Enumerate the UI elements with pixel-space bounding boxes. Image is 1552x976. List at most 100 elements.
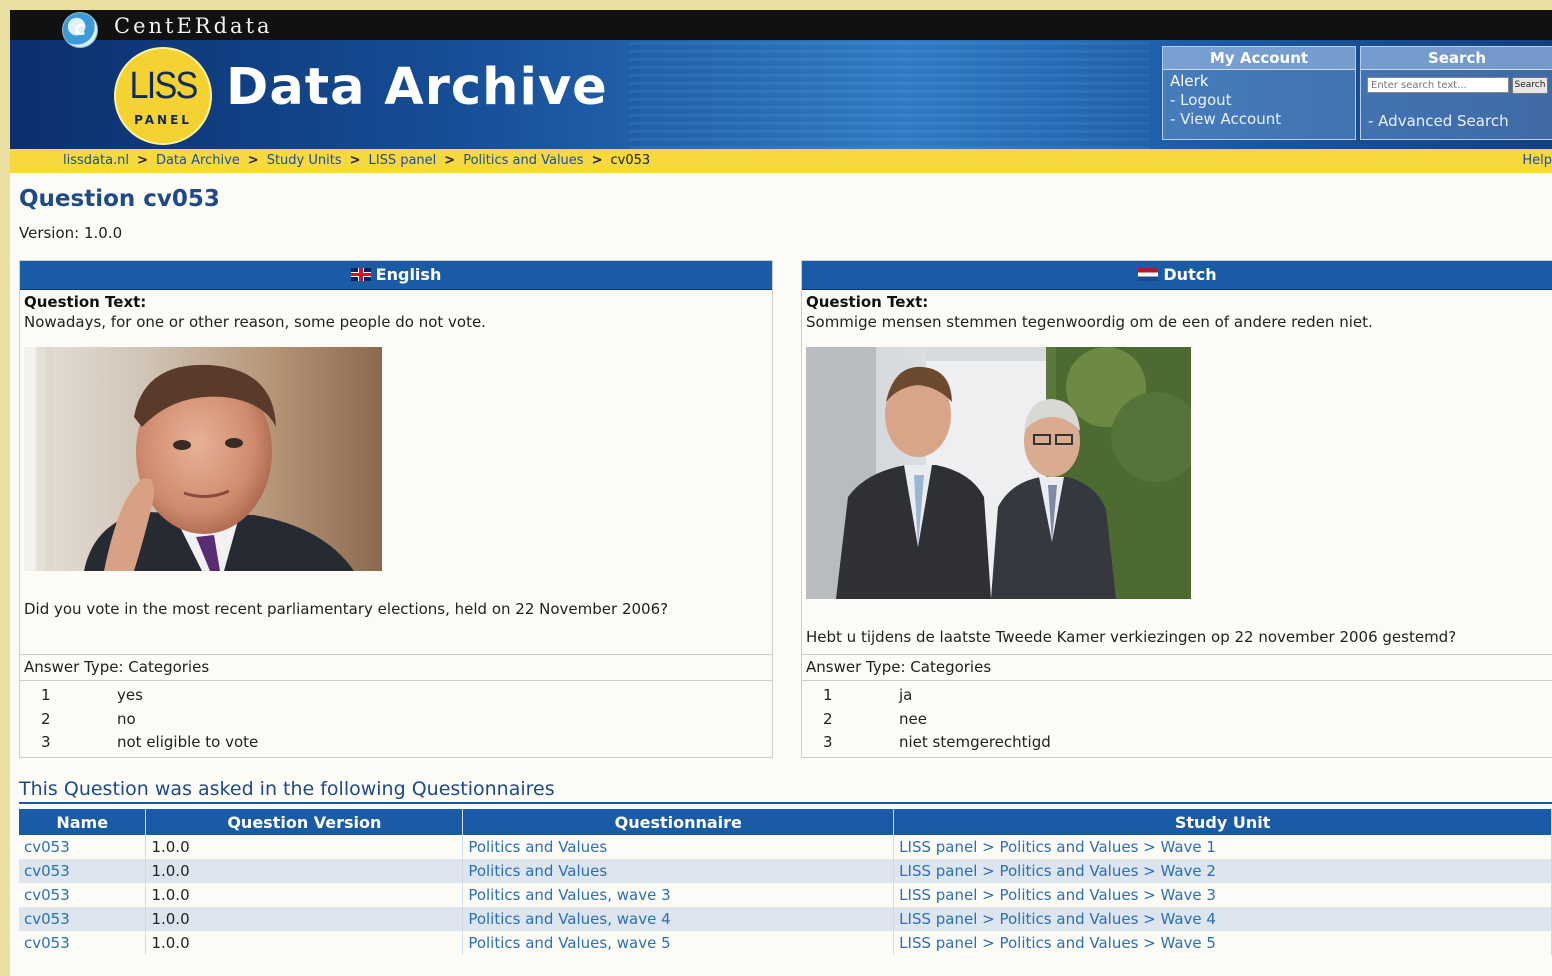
page: CentERdata C LISS PANEL Data Archive My …: [10, 10, 1552, 976]
column-header-version[interactable]: Question Version: [145, 809, 464, 835]
english-answer-type-label: Answer Type: Categories: [24, 658, 210, 676]
dutch-question-photo: [806, 347, 1191, 599]
search-panel: Search Search - Advanced Search: [1360, 46, 1552, 140]
breadcrumb-separator: >: [444, 153, 456, 168]
name-cell: cv053: [19, 859, 147, 883]
column-header-study-unit[interactable]: Study Unit: [893, 809, 1552, 835]
study-unit-cell: LISS panel > Politics and Values > Wave …: [893, 931, 1552, 955]
questionnaire-cell: Politics and Values: [462, 859, 895, 883]
study-unit-link[interactable]: LISS panel > Politics and Values > Wave …: [899, 910, 1216, 928]
table-row: cv053 1.0.0 Politics and Values LISS pan…: [19, 835, 1552, 859]
answer-code: 2: [823, 709, 833, 728]
breadcrumb-separator: >: [247, 153, 259, 168]
page-title: Question cv053: [19, 186, 220, 212]
logout-link[interactable]: - Logout: [1163, 90, 1355, 109]
study-unit-link[interactable]: LISS panel > Politics and Values > Wave …: [899, 934, 1216, 952]
breadcrumb-study-units[interactable]: Study Units: [267, 153, 342, 168]
answer-label: ja: [899, 686, 913, 704]
name-link[interactable]: cv053: [24, 910, 70, 928]
study-unit-cell: LISS panel > Politics and Values > Wave …: [893, 859, 1552, 883]
questionnaire-link[interactable]: Politics and Values, wave 3: [468, 886, 670, 904]
english-question: Did you vote in the most recent parliame…: [24, 600, 669, 618]
search-row: Search: [1361, 70, 1552, 95]
answer-row: 1 yes: [20, 684, 772, 708]
questionnaire-cell: Politics and Values, wave 4: [462, 907, 895, 931]
uk-flag-icon: [350, 268, 371, 281]
name-link[interactable]: cv053: [24, 838, 70, 856]
questionnaire-link[interactable]: Politics and Values: [468, 838, 607, 856]
answer-code: 1: [41, 686, 51, 704]
centerdata-name: CentERdata: [114, 14, 273, 38]
breadcrumb-data-archive[interactable]: Data Archive: [156, 153, 240, 168]
english-question-photo: [24, 347, 382, 571]
column-header-questionnaire[interactable]: Questionnaire: [462, 809, 895, 835]
search-button[interactable]: Search: [1512, 77, 1548, 94]
breadcrumb-liss-panel[interactable]: LISS panel: [369, 153, 437, 168]
portrait-image: [24, 347, 382, 571]
english-question-intro: Nowadays, for one or other reason, some …: [24, 313, 486, 331]
dutch-label: Dutch: [1163, 265, 1217, 284]
site-title: Data Archive: [226, 58, 608, 117]
study-unit-cell: LISS panel > Politics and Values > Wave …: [893, 907, 1552, 931]
dutch-answer-type-label: Answer Type: Categories: [806, 658, 992, 676]
questionnaires-table: Name Question Version Questionnaire Stud…: [19, 809, 1552, 955]
answer-row: 1 ja: [802, 684, 1552, 708]
study-unit-link[interactable]: LISS panel > Politics and Values > Wave …: [899, 886, 1216, 904]
breadcrumb-politics-values[interactable]: Politics and Values: [463, 153, 583, 168]
dutch-answer-type: Answer Type: Categories: [802, 654, 1552, 681]
study-unit-link[interactable]: LISS panel > Politics and Values > Wave …: [899, 862, 1216, 880]
breadcrumb-bar: lissdata.nl > Data Archive > Study Units > LIS…: [10, 149, 1552, 173]
view-account-link[interactable]: - View Account: [1163, 109, 1355, 128]
version-cell: 1.0.0: [145, 835, 464, 859]
centerdata-logo-letter: C: [74, 21, 86, 39]
answer-row: 2 no: [20, 708, 772, 732]
answer-label: not eligible to vote: [117, 733, 259, 751]
my-account-title: My Account: [1163, 47, 1355, 70]
account-username: Alerk: [1170, 72, 1209, 90]
english-panel: English Question Text: Nowadays, for one…: [19, 260, 773, 758]
questionnaire-link[interactable]: Politics and Values, wave 4: [468, 910, 670, 928]
answer-code: 1: [823, 686, 833, 704]
column-header-name[interactable]: Name: [19, 809, 147, 835]
dutch-panel: Dutch Question Text: Sommige mensen stem…: [801, 260, 1552, 758]
liss-logo-text: LISS: [129, 65, 199, 107]
breadcrumb-lissdata[interactable]: lissdata.nl: [63, 153, 129, 168]
answer-label: no: [117, 709, 136, 728]
breadcrumb-separator: >: [349, 153, 361, 168]
my-account-panel: My Account Alerk - Logout - View Account: [1162, 46, 1356, 140]
dutch-question-text-label: Question Text:: [806, 293, 929, 311]
dutch-question: Hebt u tijdens de laatste Tweede Kamer v…: [806, 628, 1457, 646]
questionnaire-link[interactable]: Politics and Values, wave 5: [468, 934, 670, 952]
name-cell: cv053: [19, 835, 147, 859]
dutch-header: Dutch: [802, 261, 1552, 290]
name-link[interactable]: cv053: [24, 862, 70, 880]
name-link[interactable]: cv053: [24, 934, 70, 952]
table-row: cv053 1.0.0 Politics and Values, wave 4 …: [19, 907, 1552, 931]
search-input[interactable]: [1367, 77, 1509, 93]
answer-row: 2 nee: [802, 708, 1552, 732]
centerdata-logo[interactable]: C: [62, 12, 98, 48]
answer-row: 3 not eligible to vote: [20, 731, 772, 755]
answer-label: yes: [117, 686, 143, 704]
english-label: English: [375, 265, 442, 284]
dutch-question-intro: Sommige mensen stemmen tegenwoordig om d…: [806, 313, 1373, 331]
answer-row: 3 niet stemgerechtigd: [802, 731, 1552, 755]
answer-label: nee: [899, 709, 927, 728]
breadcrumb-current: cv053: [610, 153, 651, 168]
questionnaire-cell: Politics and Values, wave 3: [462, 883, 895, 907]
answer-code: 2: [41, 709, 51, 728]
advanced-search-link[interactable]: - Advanced Search: [1361, 95, 1552, 130]
liss-logo-subtext: PANEL: [134, 113, 192, 127]
questionnaire-link[interactable]: Politics and Values: [468, 862, 607, 880]
english-answer-type: Answer Type: Categories: [20, 654, 772, 681]
banner: LISS PANEL Data Archive My Account Alerk…: [10, 40, 1552, 149]
table-row: cv053 1.0.0 Politics and Values, wave 3 …: [19, 883, 1552, 907]
dutch-answer-list: 1 ja 2 nee 3 niet stemgerechtigd: [802, 684, 1552, 755]
name-link[interactable]: cv053: [24, 886, 70, 904]
help-link[interactable]: Help: [1522, 149, 1552, 173]
questionnaire-cell: Politics and Values: [462, 835, 895, 859]
liss-panel-logo[interactable]: LISS PANEL: [114, 47, 212, 145]
study-unit-link[interactable]: LISS panel > Politics and Values > Wave …: [899, 838, 1216, 856]
version-cell: 1.0.0: [145, 907, 464, 931]
version-cell: 1.0.0: [145, 859, 464, 883]
